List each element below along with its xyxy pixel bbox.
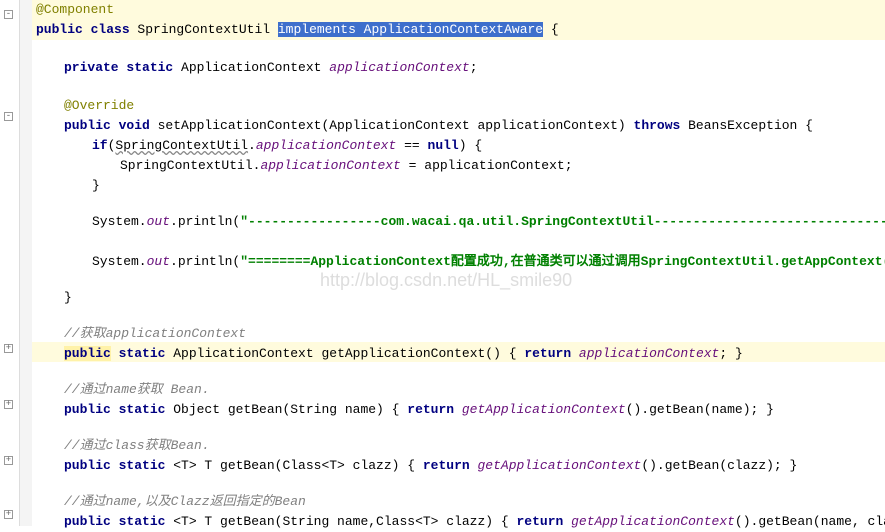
params: (Class<T> clazz) { (275, 458, 423, 473)
punct: ; } (719, 346, 742, 361)
breakpoint-column[interactable] (20, 0, 32, 526)
comment: //通过name,以及Clazz返回指定的Bean (64, 494, 306, 509)
keyword: return (423, 458, 478, 473)
punct: ) { (459, 138, 482, 153)
keyword: public void (64, 118, 158, 133)
class-ref: SpringContextUtil (115, 138, 248, 153)
class-name: SpringContextUtil (137, 22, 277, 37)
keyword: public class (36, 22, 137, 37)
operator: == (396, 138, 427, 153)
field: applicationContext (260, 158, 400, 173)
code-line[interactable]: public class SpringContextUtil implement… (32, 20, 559, 40)
comment: //通过name获取 Bean. (64, 382, 210, 397)
fold-marker[interactable]: + (4, 510, 13, 519)
string-literal: "========ApplicationContext配置成功,在普通类可以通过… (240, 254, 885, 269)
method-name: getBean (220, 458, 275, 473)
params: () { (485, 346, 524, 361)
field: out (147, 254, 170, 269)
keyword: return (524, 346, 579, 361)
fold-marker[interactable]: - (4, 112, 13, 121)
code-line[interactable]: public static <T> T getBean(String name,… (32, 512, 885, 532)
fold-marker[interactable]: + (4, 344, 13, 353)
generic: <T> T (173, 514, 220, 529)
method-call: getApplicationContext (571, 514, 735, 529)
code-line[interactable]: //通过name,以及Clazz返回指定的Bean (32, 492, 306, 512)
brace: } (92, 178, 100, 193)
keyword: private static (64, 60, 181, 75)
code-line[interactable]: SpringContextUtil.applicationContext = a… (32, 156, 573, 176)
method-name: getApplicationContext (321, 346, 485, 361)
gutter: - - + + + + (0, 0, 20, 526)
punct: . (248, 138, 256, 153)
keyword: if (92, 138, 108, 153)
code-line[interactable]: //通过name获取 Bean. (32, 380, 210, 400)
editor-area[interactable]: @Component public class SpringContextUti… (32, 0, 885, 526)
code-line[interactable]: private static ApplicationContext applic… (32, 58, 478, 78)
keyword: null (428, 138, 459, 153)
type: Object (173, 402, 228, 417)
code-line[interactable]: public void setApplicationContext(Applic… (32, 116, 813, 136)
punct: ().getBean(name); } (626, 402, 774, 417)
type: ApplicationContext (181, 60, 329, 75)
assign: = applicationContext; (401, 158, 573, 173)
comment: //获取applicationContext (64, 326, 246, 341)
method-call: getApplicationContext (477, 458, 641, 473)
field: out (147, 214, 170, 229)
keyword: return (516, 514, 571, 529)
params: (String name,Class<T> clazz) { (275, 514, 517, 529)
annotation: @Component (36, 2, 114, 17)
punct: ; (470, 60, 478, 75)
keyword: throws (634, 118, 689, 133)
code-line[interactable]: public static Object getBean(String name… (32, 400, 774, 420)
code-line[interactable]: //获取applicationContext (32, 324, 246, 344)
fold-marker[interactable]: + (4, 456, 13, 465)
code-line[interactable]: public static ApplicationContext getAppl… (32, 344, 743, 364)
code-line[interactable]: System.out.println("========ApplicationC… (32, 252, 885, 272)
qualifier: System. (92, 214, 147, 229)
exception: BeansException { (688, 118, 813, 133)
brace: } (64, 290, 72, 305)
method-call: getApplicationContext (462, 402, 626, 417)
code-line[interactable]: System.out.println("-----------------com… (32, 212, 885, 232)
keyword: static (111, 346, 173, 361)
type: ApplicationContext (173, 346, 321, 361)
code-line[interactable]: @Override (32, 96, 134, 116)
params: (ApplicationContext applicationContext) (321, 118, 633, 133)
params: (String name) { (282, 402, 407, 417)
code-line[interactable]: } (32, 176, 100, 196)
field: applicationContext (329, 60, 469, 75)
annotation: @Override (64, 98, 134, 113)
punct: ().getBean(clazz); } (641, 458, 797, 473)
code-line[interactable]: if(SpringContextUtil.applicationContext … (32, 136, 482, 156)
field: applicationContext (579, 346, 719, 361)
code-line[interactable]: //通过class获取Bean. (32, 436, 210, 456)
generic: <T> T (173, 458, 220, 473)
class-ref: SpringContextUtil (120, 158, 253, 173)
keyword: return (407, 402, 462, 417)
method-name: getBean (220, 514, 275, 529)
punct: ().getBean(name, clazz); } (735, 514, 885, 529)
qualifier: System. (92, 254, 147, 269)
keyword: public static (64, 514, 173, 529)
comment: //通过class获取Bean. (64, 438, 210, 453)
call: .println( (170, 214, 240, 229)
selection-highlight: implements ApplicationContextAware (278, 22, 543, 37)
brace: { (543, 22, 559, 37)
string-literal: "-----------------com.wacai.qa.util.Spri… (240, 214, 885, 229)
field: applicationContext (256, 138, 396, 153)
code-line[interactable]: @Component (32, 0, 114, 20)
method-name: setApplicationContext (158, 118, 322, 133)
code-line[interactable]: } (32, 288, 72, 308)
method-name: getBean (228, 402, 283, 417)
keyword: public static (64, 458, 173, 473)
fold-marker[interactable]: + (4, 400, 13, 409)
fold-marker[interactable]: - (4, 10, 13, 19)
keyword: public static (64, 402, 173, 417)
call: .println( (170, 254, 240, 269)
keyword: public (64, 346, 111, 361)
code-line[interactable]: public static <T> T getBean(Class<T> cla… (32, 456, 797, 476)
